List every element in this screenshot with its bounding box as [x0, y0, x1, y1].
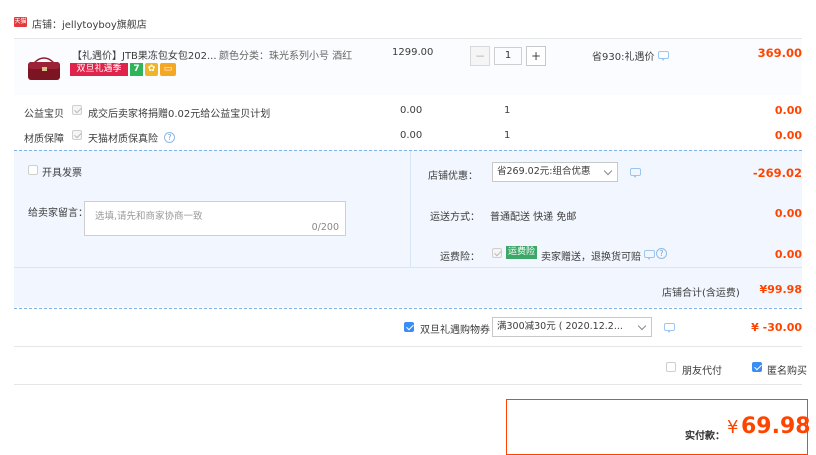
addon-label: 公益宝贝	[24, 109, 64, 120]
chevron-down-icon	[603, 166, 613, 176]
product-title[interactable]: 【礼遇价】JTB果冻包女包202...	[72, 47, 217, 62]
invoice-checkbox[interactable]	[28, 165, 38, 175]
addon-total: 0.00	[774, 104, 802, 117]
shop-icon: 天猫	[14, 17, 27, 27]
chat-icon[interactable]	[664, 323, 675, 333]
quantity-input[interactable]: 1	[494, 47, 522, 65]
addon-desc: 成交后卖家将捐赠0.02元给公益宝贝计划	[88, 109, 271, 120]
section-divider	[410, 151, 411, 267]
discount-label: 店铺优惠：	[428, 171, 478, 182]
insurance-value: 卖家赠送，退换货可赔	[541, 252, 641, 263]
item-subtotal: 369.00	[757, 46, 802, 60]
help-icon[interactable]: ?	[164, 132, 175, 143]
section-divider	[14, 308, 802, 309]
product-thumbnail[interactable]	[24, 53, 64, 83]
discount-select[interactable]: 省269.02元:组合优惠	[492, 162, 618, 182]
insurance-amount: 0.00	[774, 248, 802, 261]
addon-qty: 1	[504, 105, 511, 116]
addon-total: 0.00	[774, 129, 802, 142]
seven-day-return-icon: 7	[130, 63, 143, 76]
promo-tag: 双旦礼遇季	[70, 63, 128, 76]
guarantee-icon: ✿	[145, 63, 158, 76]
friend-pay-checkbox[interactable]	[666, 362, 676, 372]
section-divider	[14, 384, 802, 385]
quantity-plus-button[interactable]: +	[526, 46, 546, 66]
insurance-badge: 运费险	[506, 246, 538, 259]
friend-pay-label[interactable]: 朋友代付	[682, 362, 722, 377]
coupon-label: 双旦礼遇购物券	[420, 325, 490, 336]
product-sku: 颜色分类：珠光系列小号 酒红	[219, 51, 353, 62]
message-textarea[interactable]: 选填,请先和商家协商一致 0/200	[84, 201, 346, 236]
invoice-label[interactable]: 开具发票	[42, 164, 82, 179]
pay-amount: 69.98	[741, 414, 811, 439]
coupon-checkbox[interactable]	[404, 322, 414, 332]
message-placeholder: 选填,请先和商家协商一致	[95, 211, 203, 222]
addon-qty: 1	[504, 130, 511, 141]
quantity-minus-button[interactable]: −	[470, 46, 490, 66]
shop-header: 天猫 店铺：jellytoyboy旗舰店	[14, 14, 314, 31]
coupon-value: 满300减30元 ( 2020.12.2...	[497, 321, 623, 332]
addon-checkbox[interactable]	[72, 105, 82, 115]
message-counter: 0/200	[311, 222, 339, 233]
bag-image	[28, 57, 60, 80]
message-label: 给卖家留言：	[28, 208, 88, 219]
quantity-stepper: − 1 +	[470, 46, 546, 66]
insurance-label: 运费险：	[440, 252, 480, 263]
card-icon: ▭	[160, 63, 176, 76]
chevron-down-icon	[637, 321, 647, 331]
chat-icon[interactable]	[630, 168, 641, 178]
delivery-amount: 0.00	[774, 207, 802, 220]
addon-price: 0.00	[400, 130, 423, 141]
saving-text: 省930:礼遇价	[592, 52, 655, 63]
addon-row: 公益宝贝 成交后卖家将捐赠0.02元给公益宝贝计划 0.00 1 0.00	[14, 100, 802, 122]
pay-label: 实付款：	[685, 431, 725, 442]
coupon-amount: ¥ -30.00	[751, 321, 802, 334]
section-divider	[14, 267, 802, 268]
shop-name[interactable]: 店铺：jellytoyboy旗舰店	[32, 16, 147, 31]
discount-value: 省269.02元:组合优惠	[497, 166, 591, 177]
addon-desc: 天猫材质保真险	[88, 134, 158, 145]
coupon-select[interactable]: 满300减30元 ( 2020.12.2...	[492, 317, 652, 337]
anonymous-label[interactable]: 匿名购买	[767, 362, 807, 377]
pay-currency: ¥	[727, 417, 739, 438]
addon-checkbox[interactable]	[72, 130, 82, 140]
anonymous-checkbox[interactable]	[752, 362, 762, 372]
insurance-checkbox[interactable]	[492, 248, 502, 258]
addon-price: 0.00	[400, 105, 423, 116]
chat-icon[interactable]	[658, 51, 669, 61]
shop-total-amount: ¥99.98	[759, 283, 802, 296]
item-row: 【礼遇价】JTB果冻包女包202... 双旦礼遇季 7 ✿ ▭ 颜色分类：珠光系…	[14, 38, 802, 95]
order-section: 开具发票 给卖家留言： 选填,请先和商家协商一致 0/200 店铺优惠： 省26…	[14, 150, 802, 307]
addon-label: 材质保障	[24, 134, 64, 145]
delivery-label: 运送方式：	[430, 212, 480, 223]
payment-summary: 实付款： ¥ 69.98	[506, 399, 811, 455]
shop-total-label: 店铺合计(含运费)	[662, 288, 740, 299]
section-divider	[14, 346, 802, 347]
discount-amount: -269.02	[752, 166, 802, 180]
delivery-value: 普通配送 快递 免邮	[490, 212, 577, 223]
addon-row: 材质保障 天猫材质保真险 ? 0.00 1 0.00	[14, 125, 802, 147]
unit-price: 1299.00	[392, 47, 434, 58]
coupon-row: 双旦礼遇购物券 满300减30元 ( 2020.12.2... ¥ -30.00	[14, 314, 802, 342]
help-icon[interactable]: ?	[656, 248, 667, 259]
chat-icon[interactable]	[644, 250, 655, 260]
